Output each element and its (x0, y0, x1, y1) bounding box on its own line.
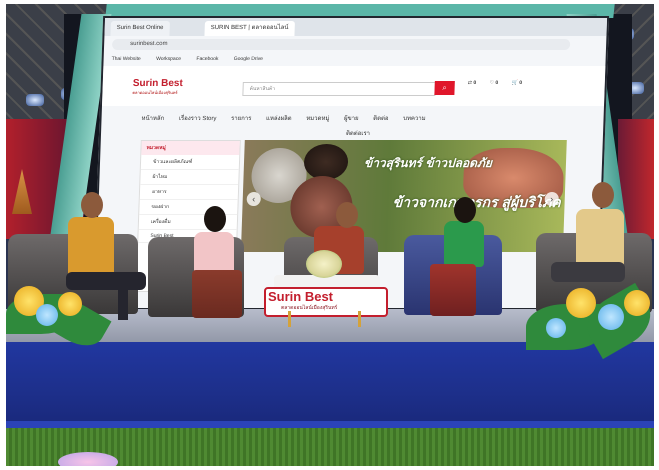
wishlist-count: 0 (495, 80, 499, 86)
flower (624, 290, 650, 316)
flower (566, 288, 596, 318)
speaker-5 (576, 209, 624, 267)
site-nav: หน้าหลัก เรื่องราว Story รายการ แหล่งผลิ… (141, 113, 581, 125)
user-icons: ⇄ 0 ♡ 0 🛒 0 (468, 80, 534, 86)
flower (598, 304, 624, 330)
speaker-4-head (454, 197, 476, 223)
event-photo: Surin Best Online SURIN BEST | ตลาดออนไล… (6, 4, 654, 466)
bookmark: Facebook (196, 56, 219, 62)
speaker-4-skirt (430, 264, 476, 316)
flower (36, 304, 58, 326)
sign-leg (358, 311, 361, 327)
bookmark: Google Drive (233, 56, 264, 62)
nav-item: บทความ (403, 116, 426, 122)
speaker-1-leg (118, 282, 128, 320)
browser-tabbar: Surin Best Online SURIN BEST | ตลาดออนไล… (104, 18, 608, 36)
flower (546, 318, 566, 338)
sign-leg (288, 311, 291, 327)
speaker-4 (444, 221, 484, 267)
speaker-1-head (81, 192, 103, 218)
nav-item: ผู้ขาย (343, 116, 359, 122)
bookmark: Workspace (156, 56, 182, 62)
speaker-3-head (336, 202, 358, 228)
stage-sign-logo: Surin Best (268, 289, 334, 304)
site-search-input: ค้นหาสินค้า (242, 82, 436, 96)
browser-tab-active: SURIN BEST | ตลาดออนไลน์ (204, 21, 295, 36)
nav-item: หน้าหลัก (141, 116, 165, 122)
flower (58, 292, 82, 316)
stage-skirt (6, 342, 654, 428)
speaker-2-head (204, 206, 226, 232)
speaker-2 (194, 232, 234, 274)
category-item: ข้าวและผลิตภัณฑ์ (140, 155, 240, 170)
nav-item: หมวดหมู่ (306, 116, 330, 122)
flower-vase (306, 250, 342, 278)
browser-tab: Surin Best Online (110, 21, 170, 36)
compare-count: 0 (473, 80, 477, 86)
nav-item: ติดต่อ (373, 116, 389, 122)
nav-item-extra: ติดต่อเรา (345, 131, 371, 137)
hero-banner: ข้าวสุรินทร์ ข้าวปลอดภัย ข้าวจากเกษตรกร … (240, 140, 567, 252)
category-item: ผ้าไหม (140, 170, 239, 185)
category-item: อาหาร (139, 185, 239, 200)
banner-tagline: ข้าวจากเกษตรกร สู่ผู้บริโภค (392, 194, 562, 210)
nav-item: เรื่องราว Story (178, 116, 217, 122)
speaker-5-legs (551, 262, 625, 282)
balloons (58, 452, 118, 466)
site-logo: Surin Best ตลาดออนไลน์เมืองสุรินทร์ (132, 78, 183, 95)
speaker-5-head (592, 182, 614, 208)
category-header: หมวดหมู่ (141, 141, 240, 155)
site-logo-text: Surin Best (132, 78, 183, 89)
bookmark: Thai Website (111, 56, 141, 62)
nav-item: แหล่งผลิต (265, 116, 292, 122)
chevron-left-icon: ‹ (246, 192, 261, 206)
search-icon: ⌕ (434, 81, 455, 95)
speaker-1-legs (66, 272, 146, 290)
cart-count: 0 (519, 80, 523, 86)
cart-icon: 🛒 0 (511, 80, 523, 86)
address-bar: surinbest.com (111, 39, 571, 50)
rice-bowl-image (303, 144, 349, 180)
heart-icon: ♡ 0 (489, 80, 499, 86)
speaker-2-skirt (192, 270, 242, 318)
bookmarks-bar: Thai Website Workspace Facebook Google D… (111, 54, 591, 64)
compare-icon: ⇄ 0 (467, 80, 477, 86)
nav-item: รายการ (230, 116, 252, 122)
speaker-1 (68, 217, 114, 279)
banner-headline: ข้าวสุรินทร์ ข้าวปลอดภัย (363, 156, 493, 170)
stage-light-icon (26, 94, 44, 106)
site-logo-subtitle: ตลาดออนไลน์เมืองสุรินทร์ (132, 90, 178, 95)
